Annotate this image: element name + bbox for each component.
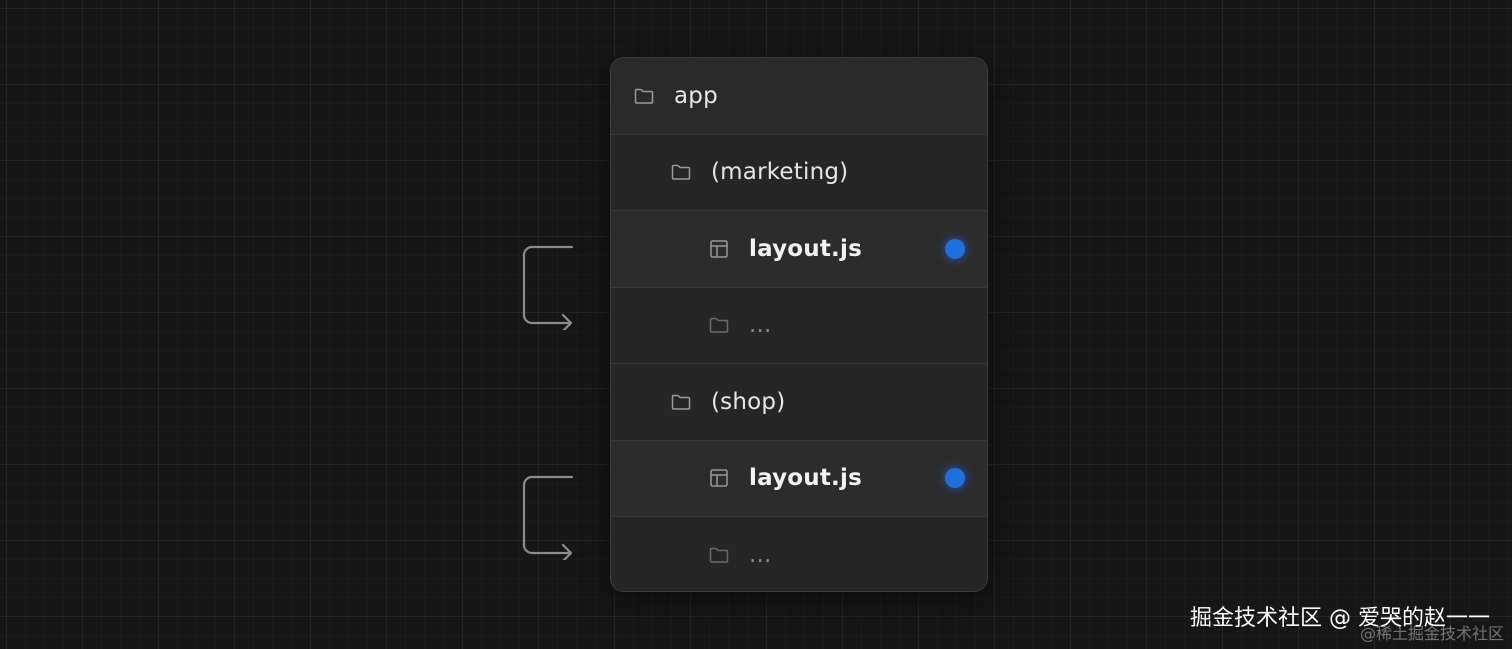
layout-marker-dot — [945, 238, 965, 259]
tree-row-app[interactable]: app — [611, 58, 987, 135]
diagram-canvas: app (marketing) layout.js ... (shop) lay… — [0, 0, 1512, 649]
tree-row-marketing-more[interactable]: ... — [611, 287, 987, 364]
folder-icon — [633, 85, 655, 107]
tree-row-shop-layout[interactable]: layout.js — [611, 440, 987, 517]
layout-marker-dot — [945, 468, 965, 489]
folder-icon — [670, 161, 692, 183]
tree-row-label: app — [674, 82, 718, 109]
layout-wrap-arrow-shop — [518, 470, 578, 560]
tree-row-label: layout.js — [749, 465, 862, 492]
folder-icon — [708, 544, 730, 566]
file-tree: app (marketing) layout.js ... (shop) lay… — [610, 57, 988, 592]
tree-row-label: ... — [749, 542, 772, 569]
tree-row-label: ... — [749, 312, 772, 339]
watermark-subtext: @稀土掘金技术社区 — [1359, 624, 1504, 643]
tree-row-label: (marketing) — [711, 159, 849, 186]
layout-wrap-arrow-marketing — [518, 240, 578, 330]
tree-row-label: (shop) — [711, 388, 786, 415]
tree-row-marketing-layout[interactable]: layout.js — [611, 211, 987, 288]
tree-row-label: layout.js — [749, 235, 862, 262]
folder-icon — [708, 314, 730, 336]
layout-file-icon — [708, 467, 730, 489]
tree-row-marketing[interactable]: (marketing) — [611, 134, 987, 211]
tree-row-shop[interactable]: (shop) — [611, 364, 987, 441]
folder-icon — [670, 391, 692, 413]
tree-row-shop-more[interactable]: ... — [611, 517, 987, 591]
layout-file-icon — [708, 238, 730, 260]
